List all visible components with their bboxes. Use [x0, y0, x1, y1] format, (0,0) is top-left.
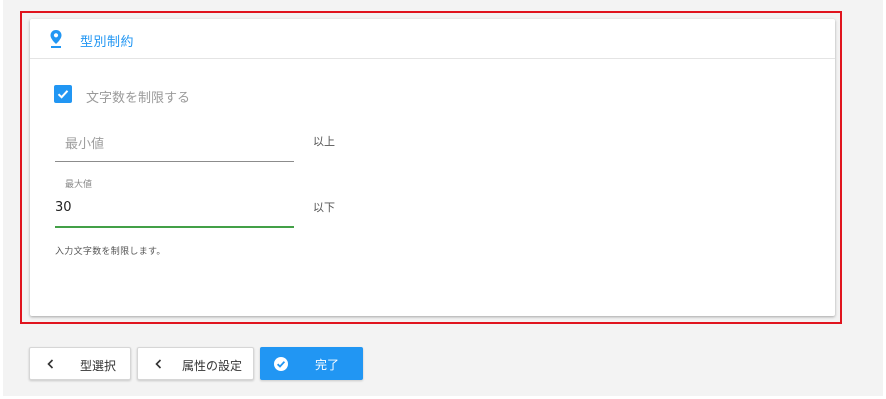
check-circle-icon: [274, 357, 288, 371]
chevron-left-icon: [47, 359, 54, 369]
back-to-attributes-label: 属性の設定: [182, 359, 243, 373]
done-button[interactable]: 完了: [260, 347, 363, 380]
back-to-type-button[interactable]: 型選択: [29, 347, 131, 380]
back-to-attributes-button[interactable]: 属性の設定: [137, 347, 254, 380]
done-label: 完了: [315, 358, 340, 372]
back-to-type-label: 型選択: [80, 359, 117, 373]
highlight-frame: [20, 11, 842, 324]
chevron-left-icon: [155, 359, 162, 369]
